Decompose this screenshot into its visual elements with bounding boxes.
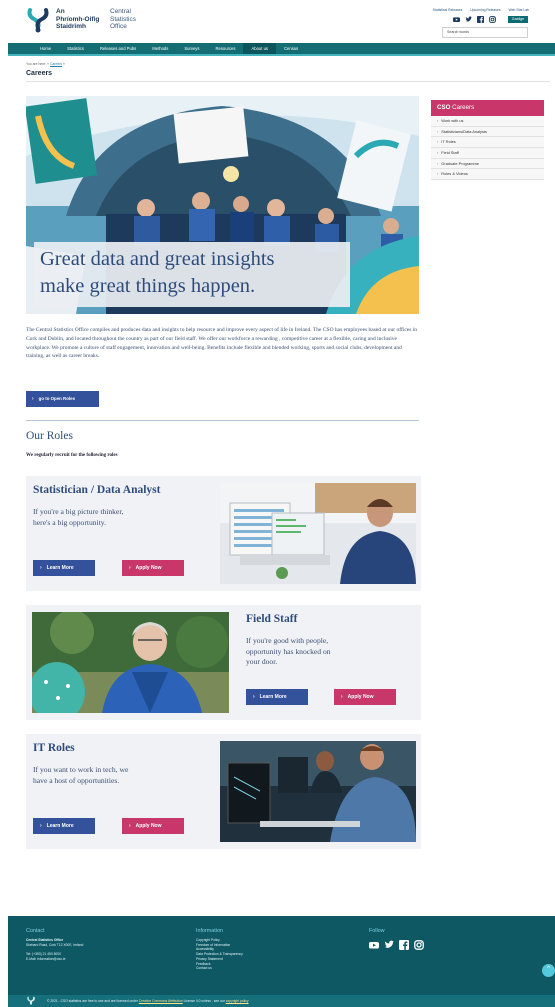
sidebar-item-roles-videos[interactable]: › Roles & Videos (431, 169, 544, 181)
twitter-icon[interactable] (465, 16, 472, 23)
chevron-right-icon: › (253, 694, 255, 700)
top-link-upcoming-releases[interactable]: Upcoming Releases (470, 8, 500, 12)
instagram-icon[interactable] (414, 940, 424, 950)
title-divider (26, 81, 550, 82)
sidebar-title: CSO Careers (431, 100, 544, 116)
chevron-right-icon: › (341, 694, 343, 700)
copyright-policy-link[interactable]: copyright policy (226, 999, 249, 1003)
chevron-right-icon: › (437, 160, 439, 166)
breadcrumb-careers-link[interactable]: Careers (50, 62, 62, 66)
role-photo (220, 741, 416, 842)
chevron-right-icon: › (437, 171, 439, 177)
open-roles-button[interactable]: › go to Open Roles (26, 391, 99, 407)
cso-logo[interactable] (26, 6, 50, 34)
nav-home[interactable]: Home (32, 43, 59, 54)
page-title: Careers (26, 70, 53, 77)
twitter-icon[interactable] (384, 940, 394, 950)
learn-more-button[interactable]: › Learn More (33, 560, 95, 576)
search-input[interactable]: Search words (442, 27, 528, 38)
gaeilge-button[interactable]: Gaeilge (508, 16, 528, 23)
chevron-right-icon: › (437, 139, 439, 145)
footer-contact-info: Central Statistics Office Skehard Road, … (26, 938, 84, 961)
hero-headline-line-1: Great data and great insights (40, 248, 275, 270)
learn-more-button[interactable]: › Learn More (33, 818, 95, 834)
nav-surveys[interactable]: Surveys (176, 43, 207, 54)
role-card-field-staff: Field Staff If you're good with people, … (26, 605, 421, 720)
chevron-right-icon: › (129, 823, 131, 829)
footer-information-links: Copyright Policy Freedom of Information … (196, 938, 243, 971)
nav-methods[interactable]: Methods (144, 43, 176, 54)
youtube-icon[interactable] (453, 16, 460, 23)
learn-more-button[interactable]: › Learn More (246, 689, 308, 705)
chevron-right-icon: › (437, 128, 439, 134)
role-subtitle: If you're good with people, opportunity … (246, 636, 331, 666)
apply-now-button[interactable]: › Apply Now (334, 689, 396, 705)
nav-resources[interactable]: Resources (207, 43, 243, 54)
hero-headline-line-2: make great things happen. (40, 275, 256, 297)
footer-contact-heading: Contact (26, 928, 45, 934)
apply-now-button[interactable]: › Apply Now (122, 560, 184, 576)
sidebar-item-work-with-us[interactable]: › Work with us (431, 116, 544, 127)
sidebar-item-graduate-programme[interactable]: › Graduate Programme (431, 158, 544, 170)
hero-banner: Great data and great insights make great… (26, 96, 419, 314)
sidebar: CSO Careers › Work with us › Statisticians… (431, 100, 544, 181)
role-photo (220, 483, 416, 584)
youtube-icon[interactable] (369, 940, 379, 950)
sidebar-item-field-staff[interactable]: › Field Staff (431, 148, 544, 159)
footer-information-heading: Information (196, 928, 223, 934)
brand-name-english: Central Statistics Office (110, 8, 137, 31)
chevron-up-icon: ⌃ (545, 966, 552, 973)
footer-social-links (369, 940, 424, 950)
role-subtitle: If you want to work in tech, we have a h… (33, 765, 129, 785)
creative-commons-link[interactable]: Creative Commons Attribution (139, 999, 183, 1003)
nav-about-us[interactable]: About us (243, 43, 277, 54)
chevron-right-icon: › (40, 565, 42, 571)
instagram-icon[interactable] (489, 16, 496, 23)
roles-subheading: We regularly recruit for the following r… (26, 453, 118, 458)
facebook-icon[interactable] (399, 940, 409, 950)
top-link-web-stat-lab[interactable]: Web Stat Lab (509, 8, 529, 12)
footer-link-contact[interactable]: Contact us (196, 966, 243, 971)
site-header: An Phríomh-Oifig Staidrimh Central Stati… (0, 0, 555, 43)
sidebar-item-statisticians[interactable]: › Statisticians/Data Analysts (431, 126, 544, 138)
chevron-right-icon: › (40, 823, 42, 829)
header-social-links (453, 16, 496, 23)
role-title: Statistician / Data Analyst (33, 484, 161, 496)
nav-underline (8, 54, 555, 56)
top-link-statistical-releases[interactable]: Statistical Releases (433, 8, 463, 12)
chevron-right-icon: › (437, 150, 439, 156)
back-to-top-button[interactable]: ⌃ (542, 964, 555, 977)
breadcrumb: You are here: » Careers » (26, 62, 65, 66)
footer-follow-heading: Follow (369, 928, 385, 934)
role-card-it-roles: IT Roles If you want to work in tech, we… (26, 734, 421, 849)
role-title: Field Staff (246, 613, 298, 625)
chevron-right-icon: › (129, 565, 131, 571)
intro-text: The Central Statistics Office compiles a… (26, 327, 417, 360)
cso-logo-small (27, 996, 35, 1005)
nav-statistics[interactable]: Statistics (59, 43, 92, 54)
footer-copyright-bar: © 2021 - CSO statistics are free to use … (8, 995, 555, 1007)
role-photo (32, 612, 229, 713)
apply-now-button[interactable]: › Apply Now (122, 818, 184, 834)
roles-heading: Our Roles (26, 430, 73, 442)
main-nav: Home Statistics Releases and Pubs Method… (8, 43, 555, 54)
facebook-icon[interactable] (477, 16, 484, 23)
chevron-right-icon: › (32, 396, 34, 402)
nav-releases[interactable]: Releases and Pubs (92, 43, 144, 54)
hero-caption: Great data and great insights make great… (34, 242, 350, 307)
role-title: IT Roles (33, 742, 75, 754)
role-card-statistician: Statistician / Data Analyst If you're a … (26, 476, 421, 591)
site-footer: Contact Central Statistics Office Skehar… (8, 916, 555, 1007)
sidebar-item-it-roles[interactable]: › IT Roles (431, 137, 544, 149)
chevron-right-icon: › (437, 118, 439, 123)
section-divider (26, 420, 419, 421)
top-links: Statistical Releases Upcoming Releases W… (426, 8, 529, 12)
nav-census[interactable]: Census (276, 43, 306, 54)
copyright-text: © 2021 - CSO statistics are free to use … (47, 999, 249, 1003)
role-subtitle: If you're a big picture thinker, here's … (33, 507, 124, 527)
brand-name-irish: An Phríomh-Oifig Staidrimh (56, 8, 100, 31)
